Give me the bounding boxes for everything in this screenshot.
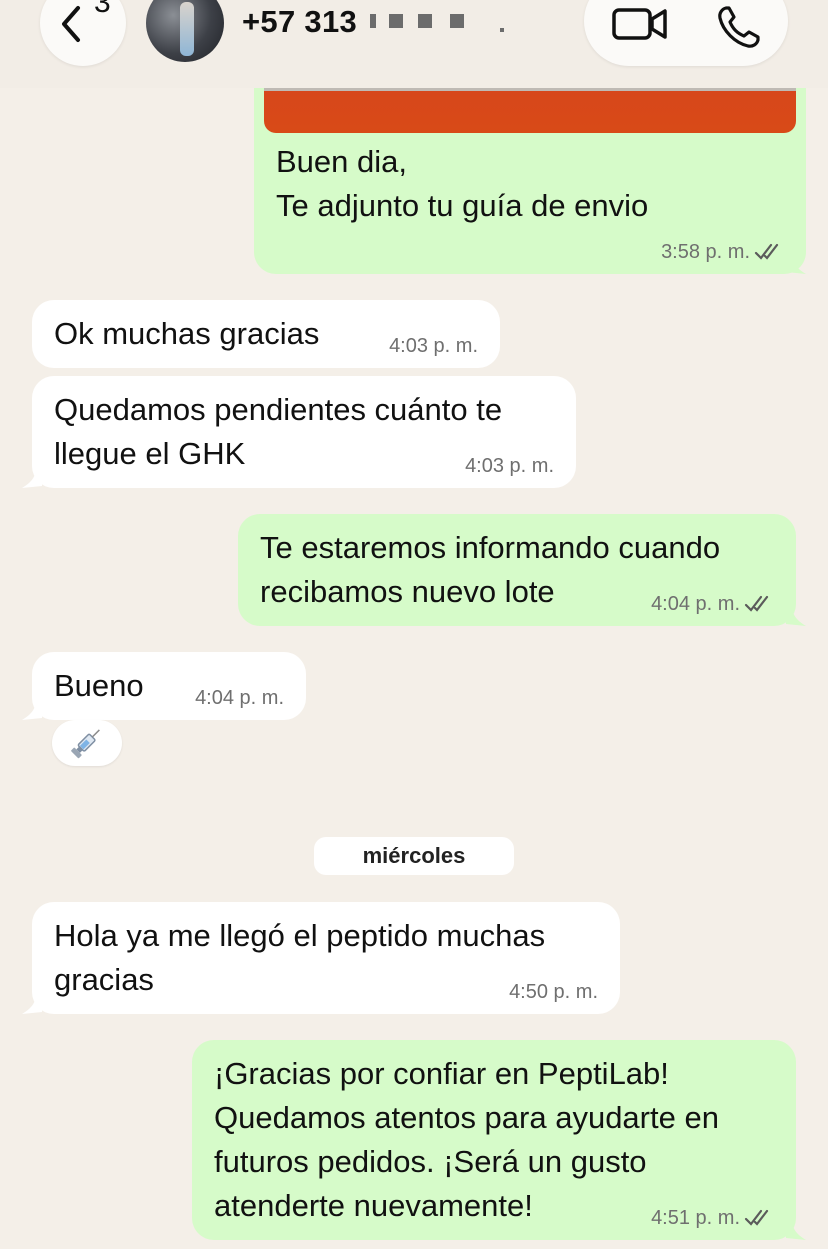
message-time: 3:58 p. m.	[661, 241, 750, 263]
redaction-mark	[450, 14, 464, 28]
message-text: Ok muchas gracias	[54, 316, 320, 351]
avatar-photo	[180, 2, 194, 56]
bubble-tail	[22, 994, 42, 1014]
redaction-mark	[418, 14, 432, 28]
date-separator: miércoles	[314, 837, 514, 875]
message-time: 4:50 p. m.	[509, 981, 598, 1003]
message-time: 4:04 p. m.	[195, 687, 284, 709]
double-check-icon	[744, 1209, 769, 1226]
video-camera-icon[interactable]	[612, 6, 668, 42]
message-meta: 3:58 p. m.	[661, 240, 784, 264]
message-incoming[interactable]: Hola ya me llegó el peptido muchas graci…	[32, 902, 620, 1014]
message-text: Buen dia, Te adjunto tu guía de envio	[276, 144, 649, 223]
message-text: Quedamos pendientes cuánto te llegue el …	[54, 392, 503, 471]
message-time: 4:03 p. m.	[389, 335, 478, 357]
bubble-tail	[786, 606, 806, 626]
double-check-icon	[744, 595, 769, 612]
message-incoming[interactable]: Ok muchas gracias 4:03 p. m.	[32, 300, 500, 368]
back-button[interactable]: 3	[40, 0, 126, 66]
message-outgoing[interactable]: Te estaremos informando cuando recibamos…	[238, 514, 796, 626]
message-text: Hola ya me llegó el peptido muchas graci…	[54, 918, 546, 997]
redaction-mark	[389, 14, 403, 28]
avatar[interactable]	[146, 0, 224, 62]
message-time: 4:51 p. m.	[651, 1207, 740, 1229]
message-incoming[interactable]: Quedamos pendientes cuánto te llegue el …	[32, 376, 576, 488]
message-outgoing[interactable]: ¡Gracias por confiar en PeptiLab! Quedam…	[192, 1040, 796, 1240]
message-meta: 4:03 p. m.	[389, 334, 478, 358]
redaction-mark	[500, 28, 504, 32]
message-reaction[interactable]	[52, 720, 122, 766]
message-incoming[interactable]: Bueno 4:04 p. m.	[32, 652, 306, 720]
unread-count: 3	[94, 0, 111, 19]
shipping-guide-image[interactable]	[264, 88, 796, 133]
phone-icon[interactable]	[716, 4, 762, 50]
message-meta: 4:04 p. m.	[651, 592, 774, 616]
message-outgoing[interactable]: Buen dia, Te adjunto tu guía de envio 3:…	[254, 88, 806, 274]
message-meta: 4:03 p. m.	[465, 454, 554, 478]
redaction-mark	[370, 14, 376, 28]
bubble-tail	[786, 1220, 806, 1240]
message-time: 4:04 p. m.	[651, 593, 740, 615]
bubble-tail	[22, 468, 42, 488]
call-actions	[584, 0, 788, 66]
chat-header: 3 +57 313	[0, 0, 828, 88]
message-meta: 4:51 p. m.	[651, 1206, 774, 1230]
double-check-icon	[754, 243, 779, 260]
message-meta: 4:50 p. m.	[509, 980, 598, 1004]
message-text: ¡Gracias por confiar en PeptiLab! Quedam…	[214, 1056, 719, 1223]
contact-name[interactable]: +57 313	[242, 4, 357, 40]
bubble-tail	[22, 700, 42, 720]
message-meta: 4:04 p. m.	[195, 686, 284, 710]
message-time: 4:03 p. m.	[465, 455, 554, 477]
syringe-icon	[71, 729, 100, 759]
chevron-left-icon	[62, 6, 80, 42]
message-text: Bueno	[54, 668, 144, 703]
bubble-tail	[786, 254, 806, 274]
